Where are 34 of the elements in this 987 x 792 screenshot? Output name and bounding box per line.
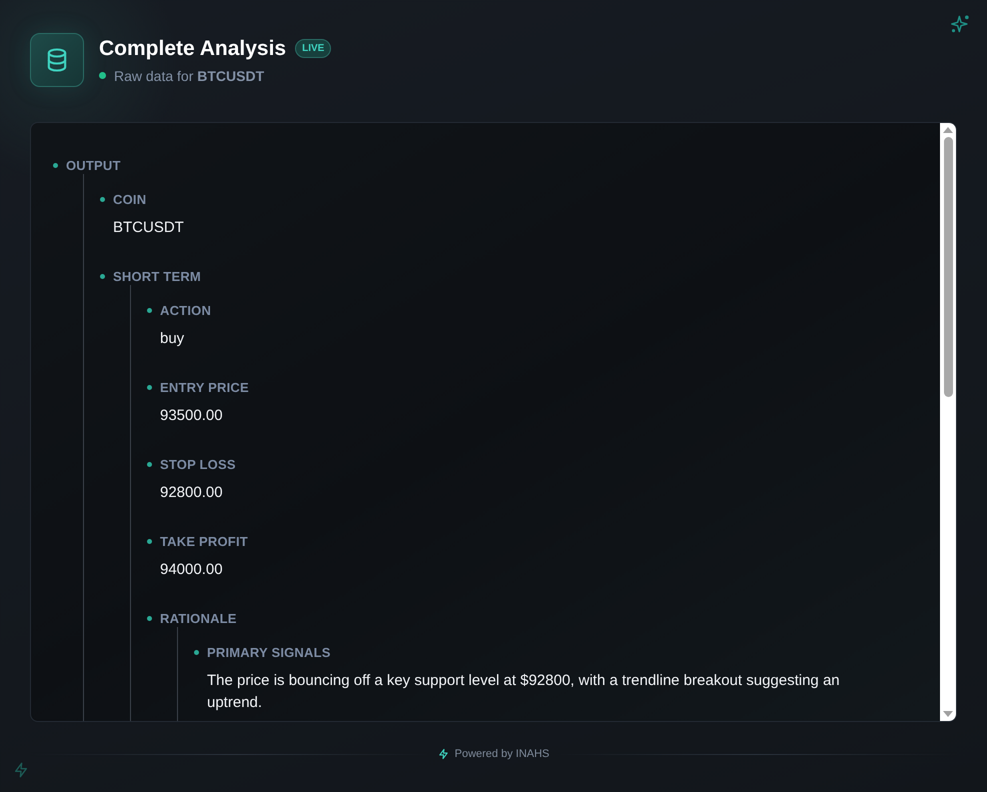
field-label: RATIONALE: [160, 611, 237, 626]
bolt-icon[interactable]: [13, 762, 29, 778]
field-value: 93500.00: [160, 406, 224, 426]
field-value: BTCUSDT: [113, 218, 185, 238]
page-title: Complete Analysis: [99, 36, 286, 60]
footer-text: Powered by INAHS: [454, 748, 550, 760]
field-label: ACTION: [160, 303, 212, 318]
bullet-icon: [100, 197, 105, 202]
field-label: OUTPUT: [66, 158, 121, 173]
field-value: buy: [160, 329, 186, 349]
field-label: PRIMARY SIGNALS: [207, 645, 331, 660]
bullet-icon: [147, 616, 152, 621]
field-label: TAKE PROFIT: [160, 534, 248, 549]
live-badge: LIVE: [295, 39, 332, 58]
bullet-icon: [194, 650, 199, 655]
bullet-icon: [100, 274, 105, 279]
field-label: STOP LOSS: [160, 457, 236, 472]
bullet-icon: [147, 539, 152, 544]
bolt-icon: [438, 748, 449, 760]
subtitle: Raw data for BTCUSDT: [114, 68, 264, 84]
field-label: ENTRY PRICE: [160, 380, 249, 395]
field-value: 92800.00: [160, 483, 224, 503]
field-label: COIN: [113, 192, 146, 207]
field-label: SHORT TERM: [113, 269, 201, 284]
field-value: 94000.00: [160, 560, 224, 580]
field-value: The price is bouncing off a key support level at $92800, with a trendline breakout suggesting an uptrend.: [207, 671, 841, 713]
status-dot-icon: [99, 72, 106, 79]
bullet-icon: [147, 308, 152, 313]
bullet-icon: [147, 462, 152, 467]
sparkle-icon[interactable]: [951, 14, 971, 34]
bullet-icon: [53, 163, 58, 168]
database-icon: [30, 33, 84, 87]
bullet-icon: [147, 385, 152, 390]
scrollbar[interactable]: [940, 123, 956, 721]
